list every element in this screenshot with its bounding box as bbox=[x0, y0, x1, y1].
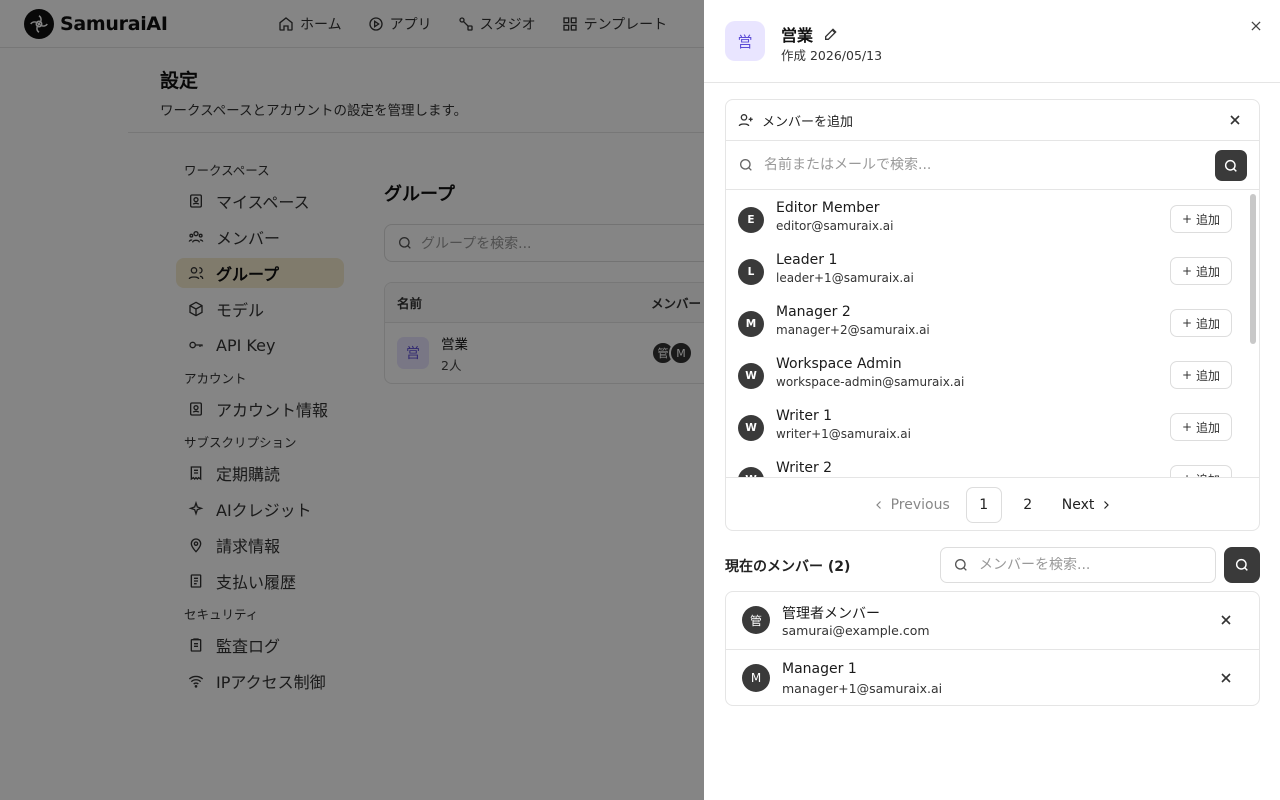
add-button-label: 追加 bbox=[1196, 316, 1221, 331]
add-member-search-button[interactable] bbox=[1215, 150, 1247, 181]
list-item: M Manager 2 manager+2@samuraix.ai + 追加 bbox=[726, 298, 1246, 350]
candidate-name: Editor Member bbox=[776, 200, 880, 216]
list-item: E Editor Member editor@samuraix.ai + 追加 bbox=[726, 194, 1246, 246]
avatar: W bbox=[738, 467, 764, 477]
page-2-button[interactable]: 2 bbox=[1010, 487, 1046, 523]
candidate-name: Manager 2 bbox=[776, 304, 851, 320]
chevron-left-icon bbox=[875, 500, 881, 509]
list-item: M Manager 1 manager+1@samuraix.ai bbox=[726, 649, 1259, 705]
list-item: W Writer 1 writer+1@samuraix.ai + 追加 bbox=[726, 402, 1246, 454]
member-name: 管理者メンバー bbox=[782, 606, 880, 622]
remove-member-icon[interactable] bbox=[1218, 612, 1234, 628]
candidate-list[interactable]: E Editor Member editor@samuraix.ai + 追加 L… bbox=[726, 190, 1259, 477]
page-1-button[interactable]: 1 bbox=[965, 486, 1002, 523]
group-detail-drawer: 営 営業 作成 2026/05/13 メンバーを追加 E Editor Memb… bbox=[704, 0, 1280, 800]
avatar: L bbox=[738, 259, 764, 285]
candidate-email: manager+2@samuraix.ai bbox=[776, 323, 930, 337]
avatar: W bbox=[738, 363, 764, 389]
add-button-label: 追加 bbox=[1196, 264, 1221, 279]
scrollbar[interactable] bbox=[1250, 194, 1256, 474]
add-member-search-input[interactable] bbox=[764, 157, 1184, 173]
add-candidate-button[interactable]: + 追加 bbox=[1170, 465, 1232, 477]
pagination: Previous 1 2 Next bbox=[726, 477, 1259, 530]
member-search-button[interactable] bbox=[1224, 547, 1260, 583]
search-icon bbox=[1235, 558, 1248, 571]
close-icon bbox=[1251, 21, 1261, 31]
created-date: 作成 2026/05/13 bbox=[781, 48, 883, 63]
plus-icon: + bbox=[1181, 420, 1193, 434]
drawer-header: 営 営業 作成 2026/05/13 bbox=[704, 0, 1280, 83]
add-button-label: 追加 bbox=[1196, 368, 1221, 383]
member-email: samurai@example.com bbox=[782, 623, 930, 638]
edit-pencil-icon[interactable] bbox=[823, 26, 839, 42]
close-drawer-button[interactable] bbox=[1246, 16, 1266, 36]
member-name: Manager 1 bbox=[782, 661, 857, 677]
add-candidate-button[interactable]: +追加 bbox=[1170, 205, 1232, 233]
avatar: M bbox=[738, 311, 764, 337]
candidate-name: Workspace Admin bbox=[776, 356, 902, 372]
scrollbar-thumb[interactable] bbox=[1250, 194, 1256, 344]
candidate-email: leader+1@samuraix.ai bbox=[776, 271, 914, 285]
candidate-email: writer+1@samuraix.ai bbox=[776, 427, 911, 441]
add-member-panel: メンバーを追加 E Editor Member editor@samuraix.… bbox=[725, 99, 1260, 531]
add-candidate-button[interactable]: +追加 bbox=[1170, 257, 1232, 285]
avatar: W bbox=[738, 415, 764, 441]
member-search bbox=[940, 547, 1216, 583]
list-item: 管 管理者メンバー samurai@example.com bbox=[726, 592, 1259, 649]
list-item: W Writer 2 + 追加 bbox=[726, 454, 1246, 477]
add-member-title: メンバーを追加 bbox=[762, 114, 854, 130]
next-label: Next bbox=[1061, 496, 1095, 513]
previous-label: Previous bbox=[890, 496, 950, 513]
search-icon bbox=[955, 559, 967, 571]
avatar: E bbox=[738, 207, 764, 233]
chevron-right-icon bbox=[1104, 500, 1110, 509]
add-candidate-button[interactable]: +追加 bbox=[1170, 361, 1232, 389]
candidate-email: editor@samuraix.ai bbox=[776, 219, 894, 233]
plus-icon: + bbox=[1181, 368, 1193, 382]
plus-icon: + bbox=[1181, 316, 1193, 330]
avatar: M bbox=[742, 664, 770, 692]
candidate-name: Leader 1 bbox=[776, 252, 838, 268]
candidate-name: Writer 2 bbox=[776, 460, 833, 476]
search-icon bbox=[740, 159, 752, 171]
current-members-title: 現在のメンバー (2) bbox=[725, 559, 851, 575]
previous-page-button[interactable]: Previous bbox=[865, 497, 958, 513]
user-plus-icon bbox=[738, 114, 753, 127]
member-email: manager+1@samuraix.ai bbox=[782, 681, 943, 696]
candidate-name: Writer 1 bbox=[776, 408, 833, 424]
add-candidate-button[interactable]: +追加 bbox=[1170, 309, 1232, 337]
add-button-label: 追加 bbox=[1196, 471, 1220, 478]
member-search-input[interactable] bbox=[979, 557, 1199, 573]
plus-icon: + bbox=[1182, 472, 1192, 477]
group-avatar: 営 bbox=[725, 21, 765, 61]
close-icon[interactable] bbox=[1227, 112, 1243, 128]
add-button-label: 追加 bbox=[1196, 212, 1221, 227]
plus-icon: + bbox=[1181, 212, 1193, 226]
add-member-search bbox=[726, 141, 1259, 190]
search-icon bbox=[1224, 159, 1237, 172]
add-member-header: メンバーを追加 bbox=[726, 100, 1259, 141]
add-button-label: 追加 bbox=[1196, 420, 1221, 435]
candidate-email: workspace-admin@samuraix.ai bbox=[776, 375, 965, 389]
drawer-title: 営業 bbox=[781, 26, 814, 45]
add-candidate-button[interactable]: +追加 bbox=[1170, 413, 1232, 441]
remove-member-icon[interactable] bbox=[1218, 670, 1234, 686]
plus-icon: + bbox=[1181, 264, 1193, 278]
list-item: L Leader 1 leader+1@samuraix.ai + 追加 bbox=[726, 246, 1246, 298]
avatar: 管 bbox=[742, 606, 770, 634]
next-page-button[interactable]: Next bbox=[1054, 497, 1121, 513]
list-item: W Workspace Admin workspace-admin@samura… bbox=[726, 350, 1246, 402]
current-members-list: 管 管理者メンバー samurai@example.com M Manager … bbox=[725, 591, 1260, 706]
